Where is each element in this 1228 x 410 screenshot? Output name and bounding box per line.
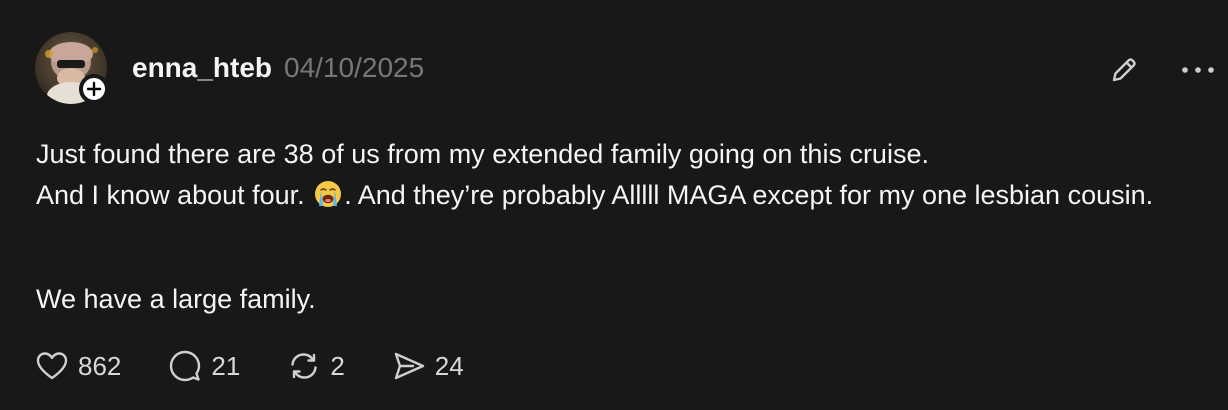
repost-icon: [291, 353, 318, 379]
thread-post: enna_hteb 04/10/2025 Just found there ar…: [0, 0, 1228, 410]
more-options-button[interactable]: [1178, 54, 1218, 86]
reply-count: 21: [211, 350, 241, 381]
ellipsis-icon: [1182, 67, 1214, 73]
like-button[interactable]: 862: [34, 348, 121, 384]
post-date: 04/10/2025: [284, 52, 425, 83]
pencil-icon: [1112, 58, 1136, 82]
share-count: 24: [434, 350, 464, 381]
username[interactable]: enna_hteb: [132, 52, 272, 84]
post-text-segment: And I know about four.: [36, 180, 305, 210]
avatar-container[interactable]: [35, 32, 109, 104]
comment-icon: [170, 350, 201, 382]
repost-count: 2: [330, 350, 345, 381]
heart-icon: [36, 352, 68, 380]
plus-icon: [86, 81, 102, 97]
post-header: enna_hteb 04/10/2025: [132, 52, 424, 88]
edit-button[interactable]: [1106, 52, 1142, 88]
like-count: 862: [78, 350, 122, 381]
loudly-crying-face-icon: [315, 181, 342, 207]
repost-button[interactable]: 2: [286, 348, 345, 384]
reply-button[interactable]: 21: [167, 348, 240, 384]
post-text-segment: Just found there are 38 of us from my ex…: [36, 139, 929, 169]
send-icon: [394, 352, 424, 380]
action-bar: 862 21 2 24: [34, 346, 510, 386]
post-paragraph-1: Just found there are 38 of us from my ex…: [36, 134, 1156, 216]
share-button[interactable]: 24: [391, 348, 464, 384]
follow-button[interactable]: [79, 74, 109, 104]
post-text-segment: . And they’re probably Alllll MAGA excep…: [344, 180, 1154, 210]
post-paragraph-2: We have a large family.: [36, 284, 316, 314]
